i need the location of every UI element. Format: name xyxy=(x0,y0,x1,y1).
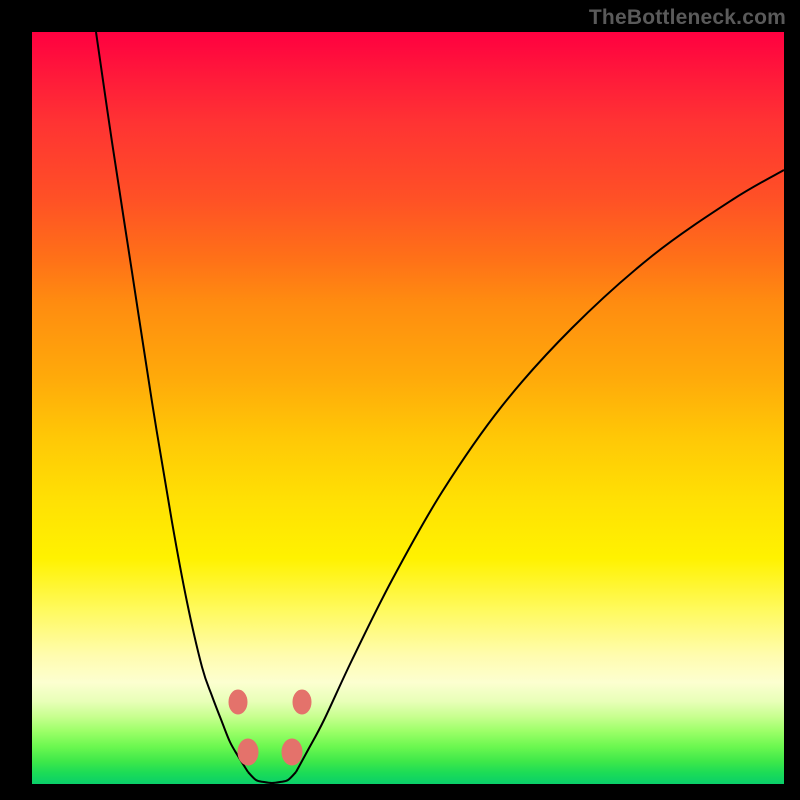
bottleneck-curve-svg xyxy=(32,32,784,784)
valley-marker-2 xyxy=(238,739,258,765)
plot-area xyxy=(32,32,784,784)
curve-valley-floor xyxy=(248,772,296,783)
outer-frame: TheBottleneck.com xyxy=(0,0,800,800)
curve-left-branch xyxy=(96,32,248,772)
watermark-text: TheBottleneck.com xyxy=(589,6,786,30)
valley-markers xyxy=(229,690,311,765)
curve-right-branch xyxy=(296,170,784,772)
valley-marker-0 xyxy=(229,690,247,714)
valley-marker-1 xyxy=(293,690,311,714)
valley-marker-3 xyxy=(282,739,302,765)
curve-group xyxy=(96,32,784,783)
